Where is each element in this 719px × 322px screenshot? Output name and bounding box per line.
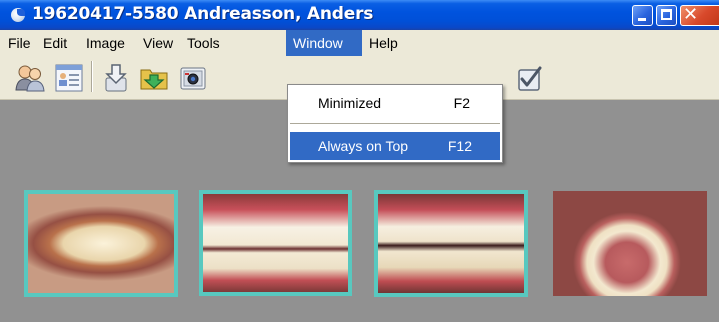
- close-icon: ✕: [683, 4, 699, 25]
- thumbnail-smile-front-view[interactable]: [24, 190, 178, 297]
- thumbnail-upper-arch-occlusal-view[interactable]: [553, 191, 707, 296]
- app-icon[interactable]: [11, 8, 25, 22]
- menu-separator: [290, 123, 500, 125]
- menu-item-shortcut: F12: [447, 138, 472, 154]
- patients-icon: [15, 65, 45, 92]
- camera-button[interactable]: [177, 62, 209, 94]
- menu-item-label: Always on Top: [318, 138, 409, 154]
- toolbar-separator: [91, 61, 93, 92]
- dental-photo: [553, 191, 707, 296]
- menu-file[interactable]: File: [3, 30, 36, 56]
- check-button[interactable]: [513, 62, 545, 94]
- menu-help[interactable]: Help: [364, 30, 403, 56]
- menu-image[interactable]: Image: [81, 30, 130, 56]
- minimize-icon: [638, 18, 646, 21]
- menu-item-shortcut: F2: [453, 95, 470, 111]
- menu-window[interactable]: Window: [286, 30, 362, 56]
- open-folder-icon: [140, 69, 168, 90]
- menu-tools[interactable]: Tools: [182, 30, 225, 56]
- thumbnail-teeth-front-view-open[interactable]: [374, 190, 528, 297]
- maximize-icon: [661, 9, 672, 20]
- camera-icon: [180, 67, 206, 90]
- dental-photo: [28, 194, 174, 293]
- menu-edit[interactable]: Edit: [38, 30, 72, 56]
- dental-photo: [378, 194, 524, 293]
- check-icon: [518, 66, 542, 91]
- menu-item-always-on-top[interactable]: Always on Top F12: [290, 132, 500, 160]
- import-button[interactable]: [100, 62, 132, 94]
- open-folder-button[interactable]: [138, 62, 170, 94]
- patient-card-icon: [55, 64, 83, 92]
- menu-item-label: Minimized: [318, 95, 382, 111]
- menu-item-minimized[interactable]: Minimized F2: [290, 89, 500, 117]
- minimize-button[interactable]: [632, 5, 653, 26]
- close-button[interactable]: ✕: [680, 4, 719, 26]
- patients-button[interactable]: [14, 62, 46, 94]
- thumbnail-teeth-front-view[interactable]: [199, 190, 352, 296]
- patient-card-button[interactable]: [53, 62, 85, 94]
- window-menu-dropdown: Minimized F2 Always on Top F12: [287, 84, 503, 163]
- maximize-button[interactable]: [656, 5, 677, 26]
- window-title: 19620417-5580 Andreasson, Anders: [32, 4, 374, 24]
- menu-view[interactable]: View: [138, 30, 178, 56]
- dental-photo: [203, 194, 348, 292]
- import-icon: [105, 64, 127, 92]
- title-bar[interactable]: 19620417-5580 Andreasson, Anders ✕: [0, 0, 719, 30]
